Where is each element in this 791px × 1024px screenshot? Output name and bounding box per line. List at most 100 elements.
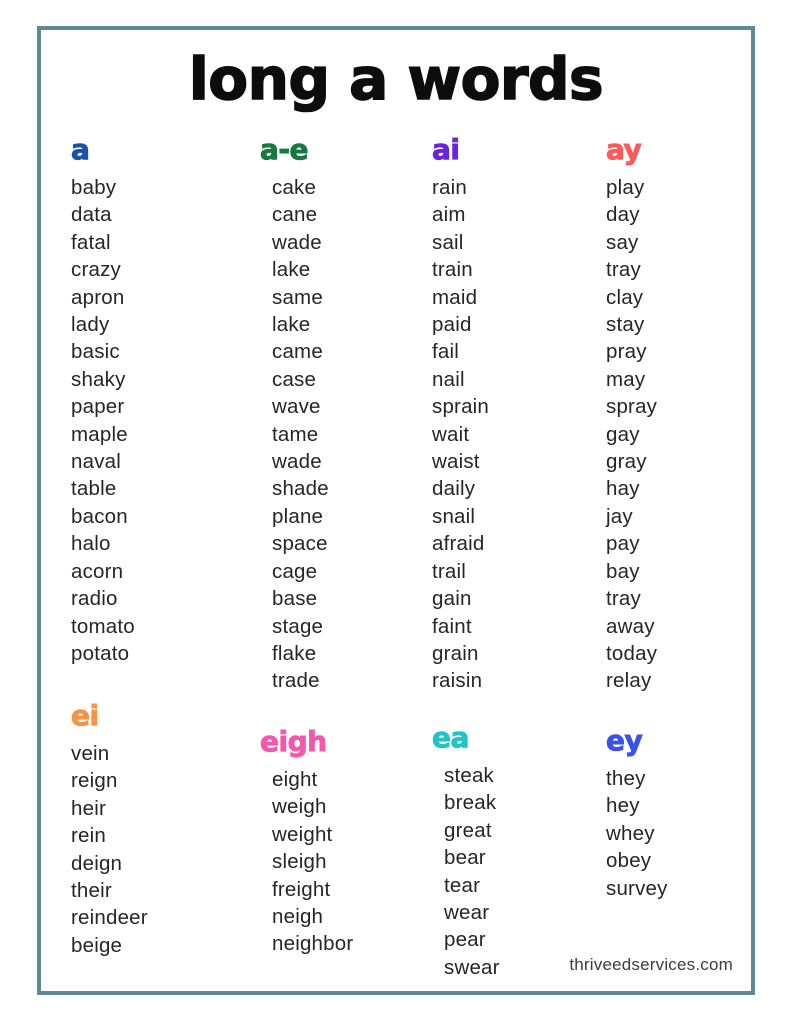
word-item: pear: [444, 928, 486, 952]
word-item: tame: [272, 422, 319, 446]
word-item: hey: [606, 794, 640, 818]
word-item: may: [606, 367, 646, 391]
word-item: naval: [71, 450, 122, 474]
word-item: gain: [432, 587, 472, 611]
word-item: paid: [432, 313, 472, 337]
word-item: daily: [432, 477, 476, 501]
word-item: reindeer: [71, 906, 148, 930]
word-item: deign: [71, 851, 123, 875]
word-item: bay: [606, 559, 640, 583]
word-item: maid: [432, 285, 478, 309]
word-item: jay: [606, 504, 633, 528]
word-item: case: [272, 367, 317, 391]
word-item: waist: [432, 450, 480, 474]
word-item: trade: [272, 669, 320, 693]
word-section-eigh: eigh eight weigh weight sleigh freight neigh n…: [218, 700, 395, 981]
word-item: data: [71, 203, 112, 227]
word-item: shade: [272, 477, 329, 501]
word-item: lady: [71, 313, 110, 337]
word-item: heir: [71, 796, 106, 820]
word-item: stage: [272, 614, 324, 638]
word-item: wait: [432, 422, 470, 446]
section-header-ay: ay: [606, 133, 643, 166]
section-header-ea: ea: [432, 721, 470, 754]
word-item: sprain: [432, 395, 490, 419]
word-item: hay: [606, 477, 640, 501]
word-item: lake: [272, 258, 311, 282]
word-list-eigh: eight weigh weight sleigh freight neigh neighb…: [260, 766, 395, 958]
word-section-ei: ei vein reign heir rein deign their reindeer be…: [41, 699, 218, 981]
site-watermark: thriveedservices.com: [569, 955, 733, 974]
word-item: snail: [432, 504, 476, 528]
word-item: say: [606, 230, 639, 254]
word-item: away: [606, 614, 655, 638]
word-item: grain: [432, 641, 479, 665]
word-item: potato: [71, 641, 130, 665]
word-item: train: [432, 258, 473, 282]
word-item: wade: [272, 450, 322, 474]
word-item: rein: [71, 824, 106, 848]
word-item: baby: [71, 176, 117, 199]
worksheet-content: long a words a baby data fatal crazy apron la…: [41, 30, 751, 991]
word-item: neighbor: [272, 932, 354, 956]
word-item: wade: [272, 230, 322, 254]
word-item: freight: [272, 877, 331, 901]
word-section-ai: ai rain aim sail train maid paid fail nail sprai…: [395, 133, 572, 695]
word-item: shaky: [71, 367, 126, 391]
word-item: tomato: [71, 614, 135, 638]
word-item: lake: [272, 313, 311, 337]
word-list-ay: play day say tray clay stay pray may spray gay gra…: [606, 174, 749, 695]
word-item: pray: [606, 340, 647, 364]
word-list-ey: they hey whey obey survey: [606, 765, 749, 902]
word-list-a-e: cake cane wade lake same lake came case wave tame…: [260, 174, 395, 695]
word-item: eight: [272, 768, 318, 791]
word-item: tear: [444, 873, 481, 897]
word-section-ey: ey they hey whey obey survey: [572, 700, 749, 981]
word-item: weigh: [272, 795, 327, 819]
word-item: day: [606, 203, 640, 227]
section-header-a-e: a-e: [260, 133, 309, 166]
page-title: long a words: [188, 45, 604, 113]
word-item: crazy: [71, 258, 121, 282]
word-item: spray: [606, 395, 658, 419]
word-list-ea: steak break great bear tear wear pear swear: [432, 762, 572, 981]
word-item: reign: [71, 769, 118, 793]
word-item: table: [71, 477, 117, 501]
word-item: afraid: [432, 532, 485, 556]
word-item: paper: [71, 395, 125, 419]
word-item: radio: [71, 587, 118, 611]
word-item: whey: [606, 821, 655, 845]
section-header-ey: ey: [606, 724, 644, 757]
word-item: gray: [606, 450, 647, 474]
word-section-ea: ea steak break great bear tear wear pear swear: [395, 700, 572, 981]
word-item: maple: [71, 422, 128, 446]
word-item: relay: [606, 669, 652, 693]
word-item: clay: [606, 285, 644, 309]
word-item: their: [71, 879, 112, 903]
word-item: flake: [272, 641, 317, 665]
word-item: space: [272, 532, 328, 556]
word-item: obey: [606, 849, 652, 873]
word-item: nail: [432, 367, 465, 391]
section-header-a: a: [71, 133, 91, 166]
word-item: raisin: [432, 669, 483, 693]
word-list-ai: rain aim sail train maid paid fail nail sprain wa…: [432, 174, 572, 695]
section-header-ai: ai: [432, 133, 461, 166]
word-list-ei: vein reign heir rein deign their reindeer beige: [71, 740, 218, 959]
word-sections-row-bottom: ei vein reign heir rein deign their reindeer be…: [41, 699, 751, 981]
word-item: they: [606, 767, 646, 790]
word-item: neigh: [272, 905, 324, 929]
word-item: great: [444, 818, 492, 842]
worksheet-page: long a words a baby data fatal crazy apron la…: [0, 0, 791, 1024]
word-item: sail: [432, 230, 464, 254]
word-item: rain: [432, 176, 467, 199]
word-item: pay: [606, 532, 640, 556]
word-item: wave: [272, 395, 321, 419]
word-list-a: baby data fatal crazy apron lady basic shaky pap…: [71, 174, 218, 667]
word-section-a-e: a-e cake cane wade lake same lake came case wave…: [218, 133, 395, 695]
word-item: steak: [444, 764, 494, 787]
word-item: aim: [432, 203, 466, 227]
section-header-ei: ei: [71, 699, 100, 732]
word-item: fail: [432, 340, 460, 364]
word-item: weight: [272, 822, 333, 846]
